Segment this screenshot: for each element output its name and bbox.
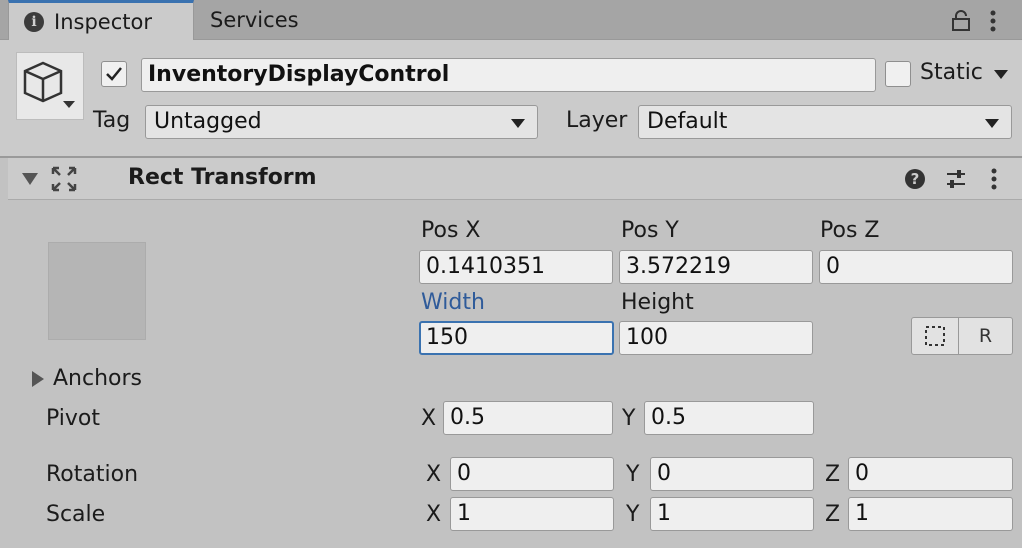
blueprint-mode-button[interactable]	[911, 317, 959, 355]
tag-value: Untagged	[154, 109, 262, 134]
rotation-x-field[interactable]: 0	[450, 457, 614, 491]
scale-z-label: Z	[825, 502, 841, 527]
chevron-down-icon	[985, 119, 999, 128]
scale-x-label: X	[426, 502, 442, 527]
active-checkbox[interactable]	[101, 61, 127, 87]
lock-icon[interactable]	[948, 8, 974, 34]
layer-value: Default	[647, 109, 728, 134]
svg-text:?: ?	[911, 170, 920, 188]
tag-dropdown[interactable]: Untagged	[145, 105, 538, 139]
pos-y-label: Pos Y	[621, 218, 679, 243]
scale-label: Scale	[46, 502, 106, 527]
pos-y-field[interactable]: 3.572219	[619, 250, 813, 284]
anchor-presets-button[interactable]	[48, 242, 146, 340]
rotation-y-label: Y	[626, 462, 640, 487]
raw-edit-label: R	[978, 325, 993, 347]
pivot-label: Pivot	[46, 406, 101, 431]
blueprint-mode-icon	[925, 326, 945, 346]
raw-edit-button[interactable]: R	[958, 317, 1013, 355]
height-label: Height	[621, 290, 694, 315]
rotation-z-field[interactable]: 0	[848, 457, 1013, 491]
rect-transform-icon	[50, 165, 78, 193]
rotation-y-field[interactable]: 0	[650, 457, 814, 491]
scale-x-field[interactable]: 1	[450, 497, 614, 531]
scale-z-field[interactable]: 1	[848, 497, 1013, 531]
kebab-menu-icon[interactable]	[982, 8, 1004, 34]
scale-y-field[interactable]: 1	[650, 497, 814, 531]
pos-z-label: Pos Z	[820, 218, 880, 243]
component-title: Rect Transform	[128, 165, 317, 190]
pos-x-label: Pos X	[421, 218, 481, 243]
pivot-x-label: X	[421, 406, 437, 431]
info-icon: i	[24, 11, 44, 32]
tab-services-label: Services	[210, 8, 299, 32]
height-field[interactable]: 100	[619, 321, 813, 355]
static-label: Static	[920, 60, 983, 85]
kebab-menu-icon[interactable]	[984, 166, 1004, 192]
checkmark-icon	[106, 67, 122, 81]
rotation-z-label: Z	[825, 462, 841, 487]
pivot-y-label: Y	[622, 406, 636, 431]
layer-label: Layer	[566, 108, 628, 133]
tab-services[interactable]: Services	[210, 0, 299, 40]
pivot-x-field[interactable]: 0.5	[443, 401, 613, 435]
triangle-right-icon[interactable]	[30, 370, 46, 388]
gameobject-header: InventoryDisplayControl Static Tag Untag…	[0, 40, 1022, 156]
rotation-label: Rotation	[46, 462, 139, 487]
rotation-x-label: X	[426, 462, 442, 487]
pos-x-field[interactable]: 0.1410351	[419, 250, 613, 284]
triangle-down-icon[interactable]	[20, 170, 40, 188]
tab-inspector[interactable]: i Inspector	[8, 0, 194, 40]
width-field[interactable]: 150	[419, 321, 614, 355]
gameobject-icon-selector[interactable]	[16, 52, 84, 120]
sliders-icon[interactable]	[944, 167, 968, 191]
pivot-y-field[interactable]: 0.5	[644, 401, 814, 435]
tag-label: Tag	[93, 108, 131, 133]
chevron-down-icon	[511, 119, 525, 128]
tab-inspector-label: Inspector	[54, 9, 152, 34]
scale-y-label: Y	[626, 502, 640, 527]
anchors-foldout[interactable]: Anchors	[53, 366, 142, 391]
cube-icon	[23, 61, 75, 108]
rect-transform-body: Pos X Pos Y Pos Z 0.1410351 3.572219 0 W…	[8, 200, 1022, 548]
object-name-field[interactable]: InventoryDisplayControl	[141, 58, 876, 92]
layer-dropdown[interactable]: Default	[638, 105, 1012, 139]
rect-transform-header[interactable]: Rect Transform ?	[8, 158, 1022, 200]
width-label: Width	[421, 290, 485, 315]
static-checkbox[interactable]	[885, 61, 911, 87]
static-caret-icon[interactable]	[994, 70, 1008, 79]
tab-bar: i Inspector Services	[0, 0, 1022, 40]
pos-z-field[interactable]: 0	[819, 250, 1013, 284]
static-dropdown[interactable]: Static	[920, 60, 983, 85]
help-icon[interactable]: ?	[903, 167, 927, 191]
